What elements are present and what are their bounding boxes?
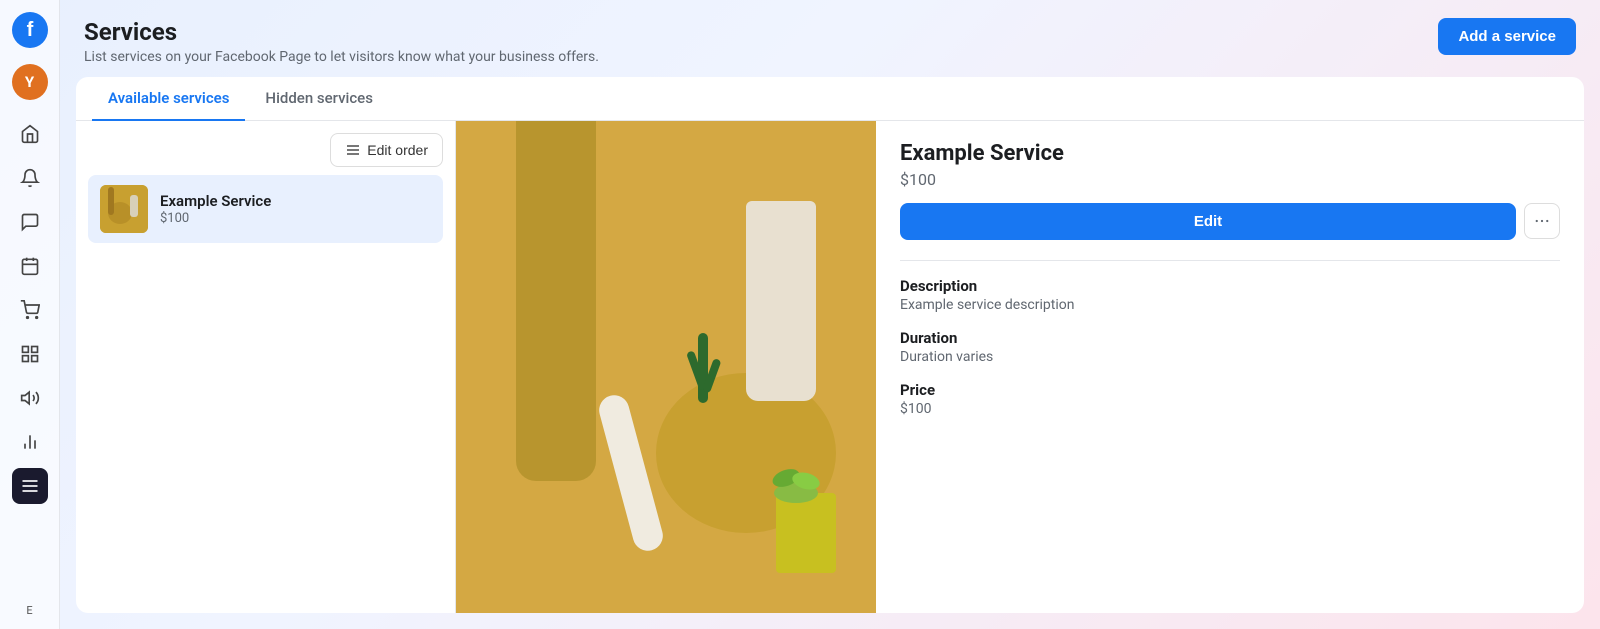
service-thumbnail (100, 185, 148, 233)
sidebar-item-menu[interactable] (12, 468, 48, 504)
edit-order-button[interactable]: Edit order (330, 133, 443, 167)
vase-tall-decoration (516, 121, 596, 481)
price-value: $100 (900, 401, 1560, 417)
sidebar-bottom-label: E (26, 604, 32, 617)
service-detail-name: Example Service (900, 141, 1560, 166)
main-content: Services List services on your Facebook … (60, 0, 1600, 629)
plant-leaves-decoration (676, 333, 736, 433)
more-dots-icon (1533, 212, 1551, 230)
edit-order-icon (345, 142, 361, 158)
service-item-price: $100 (160, 211, 431, 226)
page-title: Services (84, 18, 599, 47)
duration-value: Duration varies (900, 349, 1560, 365)
plant-pot-decoration (766, 453, 826, 533)
meta-logo-icon: f (12, 12, 48, 48)
service-image-bg (456, 121, 876, 613)
price-section: Price $100 (900, 381, 1560, 417)
sidebar-item-analytics[interactable] (12, 424, 48, 460)
service-image (456, 121, 876, 613)
sidebar-item-calendar[interactable] (12, 248, 48, 284)
svg-text:f: f (26, 19, 33, 41)
page-header: Services List services on your Facebook … (60, 0, 1600, 77)
service-list-item[interactable]: Example Service $100 (88, 175, 443, 243)
edit-order-label: Edit order (367, 142, 428, 158)
description-label: Description (900, 277, 1560, 295)
tabs-bar: Available services Hidden services (76, 77, 1584, 121)
service-edit-button[interactable]: Edit (900, 203, 1516, 240)
tab-hidden-services[interactable]: Hidden services (249, 77, 389, 121)
price-label: Price (900, 381, 1560, 399)
page-subtitle: List services on your Facebook Page to l… (84, 49, 599, 65)
add-service-button[interactable]: Add a service (1438, 18, 1576, 55)
sidebar-item-grid[interactable] (12, 336, 48, 372)
service-detail-panel: Example Service $100 Edit Description (456, 121, 1584, 613)
sidebar: f Y (0, 0, 60, 629)
sidebar-item-messages[interactable] (12, 204, 48, 240)
vase-white-decoration (746, 201, 816, 401)
service-item-info: Example Service $100 (160, 192, 431, 226)
section-divider (900, 260, 1560, 261)
description-value: Example service description (900, 297, 1560, 313)
service-info-area: Example Service $100 Edit Description (876, 121, 1584, 613)
duration-label: Duration (900, 329, 1560, 347)
service-detail-price: $100 (900, 170, 1560, 189)
sidebar-item-home[interactable] (12, 116, 48, 152)
header-text: Services List services on your Facebook … (84, 18, 599, 65)
sidebar-item-megaphone[interactable] (12, 380, 48, 416)
tab-available-services[interactable]: Available services (92, 77, 245, 121)
content-panel: Available services Hidden services Edit … (76, 77, 1584, 613)
user-avatar[interactable]: Y (12, 64, 48, 100)
sidebar-bottom: E (26, 604, 32, 617)
service-list-panel: Edit order Example Service (76, 121, 456, 613)
sidebar-item-shop[interactable] (12, 292, 48, 328)
sidebar-item-notifications[interactable] (12, 160, 48, 196)
white-strip-decoration (596, 392, 666, 554)
services-layout: Edit order Example Service (76, 121, 1584, 613)
service-actions: Edit (900, 203, 1560, 240)
service-more-button[interactable] (1524, 203, 1560, 239)
description-section: Description Example service description (900, 277, 1560, 313)
service-item-name: Example Service (160, 192, 431, 210)
avatar-letter: Y (25, 73, 34, 91)
duration-section: Duration Duration varies (900, 329, 1560, 365)
